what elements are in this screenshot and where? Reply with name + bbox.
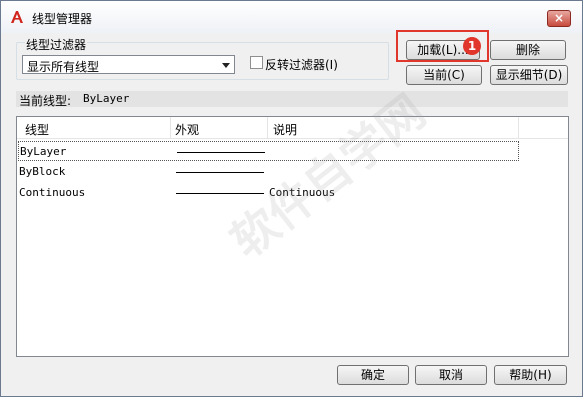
linetype-appearance <box>176 193 264 194</box>
current-linetype-value: ByLayer <box>83 92 130 105</box>
chevron-down-icon <box>222 63 230 68</box>
column-divider[interactable] <box>518 117 519 139</box>
linetype-description: Continuous <box>269 186 336 199</box>
cancel-button[interactable]: 取消 <box>415 365 487 385</box>
linetype-appearance <box>176 172 264 173</box>
linetype-list[interactable]: 线型 外观 说明 ByLayer ByBlock Continuous Cont… <box>16 116 569 357</box>
linetype-name: ByLayer <box>20 145 67 158</box>
step-badge: 1 <box>463 37 481 55</box>
filter-selected-value: 显示所有线型 <box>27 60 100 74</box>
linetype-appearance <box>177 152 265 153</box>
table-row[interactable]: ByLayer <box>18 141 519 161</box>
column-header-linetype[interactable]: 线型 <box>25 121 49 138</box>
invert-filter-checkbox[interactable] <box>250 56 263 69</box>
delete-button[interactable]: 删除 <box>490 40 566 60</box>
ok-button[interactable]: 确定 <box>337 365 409 385</box>
dialog-title: 线型管理器 <box>32 12 93 26</box>
show-details-button[interactable]: 显示细节(D) <box>490 65 568 85</box>
column-header-appearance[interactable]: 外观 <box>175 121 199 138</box>
current-button[interactable]: 当前(C) <box>406 65 482 85</box>
column-divider[interactable] <box>170 117 171 139</box>
table-row[interactable]: Continuous Continuous <box>18 183 518 203</box>
linetype-filter-dropdown[interactable]: 显示所有线型 <box>22 55 235 74</box>
close-button[interactable]: × <box>547 10 571 27</box>
column-header-description[interactable]: 说明 <box>273 121 297 138</box>
invert-filter-label[interactable]: 反转过滤器(I) <box>265 56 338 73</box>
current-linetype-label: 当前线型: <box>19 94 72 108</box>
linetype-manager-dialog: 线型管理器 × 线型过滤器 显示所有线型 反转过滤器(I) 加载(L)... 删… <box>0 0 583 397</box>
linetype-name: ByBlock <box>19 165 66 178</box>
autocad-logo-icon <box>11 11 23 23</box>
list-header: 线型 外观 说明 <box>17 117 568 139</box>
title-bar[interactable]: 线型管理器 × <box>1 1 582 33</box>
help-button[interactable]: 帮助(H) <box>494 365 567 385</box>
current-linetype-bar: 当前线型: ByLayer <box>16 91 568 108</box>
linetype-filter-label: 线型过滤器 <box>25 36 88 53</box>
table-row[interactable]: ByBlock <box>18 162 518 182</box>
column-divider[interactable] <box>267 117 268 139</box>
linetype-name: Continuous <box>19 186 86 199</box>
close-icon: × <box>553 11 565 25</box>
